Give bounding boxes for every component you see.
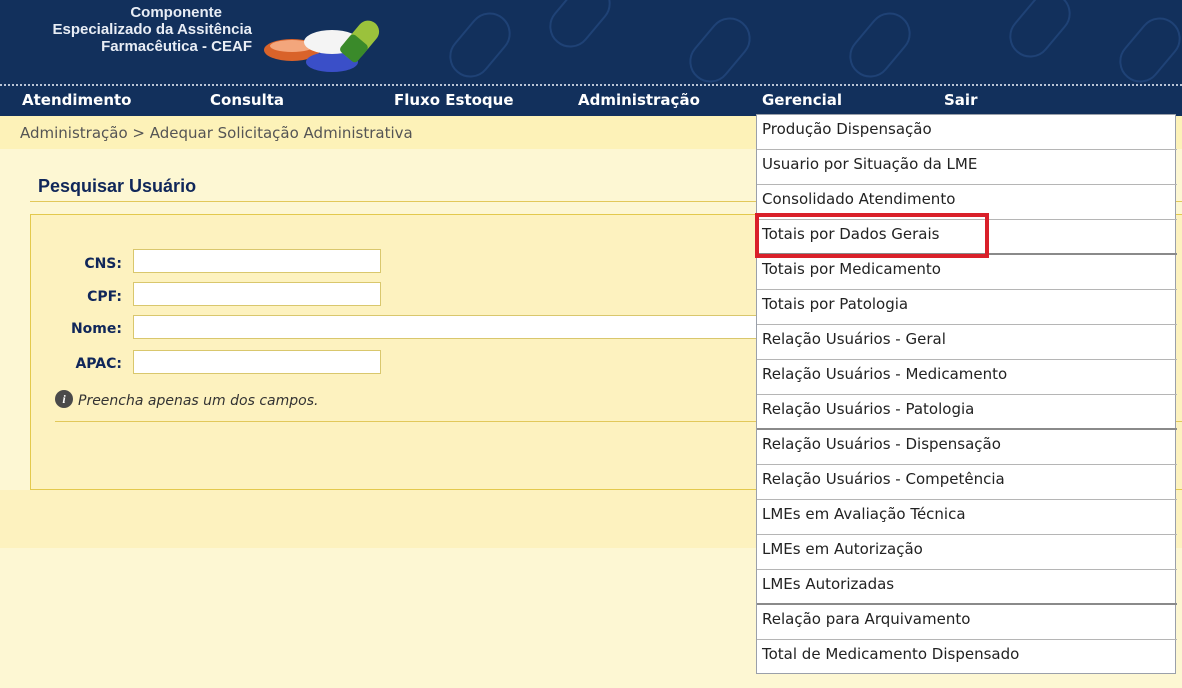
menu-item-lmes-autorizadas[interactable]: LMEs Autorizadas	[757, 570, 1177, 605]
cpf-input[interactable]	[133, 282, 381, 306]
menu-item-relacao-usuarios-medicamento[interactable]: Relação Usuários - Medicamento	[757, 360, 1177, 395]
brand-line-1: Componente	[130, 4, 222, 21]
nome-label: Nome:	[70, 321, 122, 337]
menu-item-totais-patologia[interactable]: Totais por Patologia	[757, 290, 1177, 325]
highlight-annotation-box	[755, 213, 989, 258]
info-icon: i	[55, 390, 73, 408]
hint-text: Preencha apenas um dos campos.	[78, 393, 319, 409]
menu-item-relacao-arquivamento[interactable]: Relação para Arquivamento	[757, 605, 1177, 640]
brand-line-2: Especializado da Assitência	[52, 21, 252, 38]
menu-item-producao-dispensacao[interactable]: Produção Dispensação	[757, 115, 1177, 150]
menu-item-relacao-usuarios-dispensacao[interactable]: Relação Usuários - Dispensação	[757, 430, 1177, 465]
medicine-pills-logo	[264, 20, 380, 72]
menu-administracao[interactable]: Administração	[578, 91, 700, 109]
menu-fluxo-estoque[interactable]: Fluxo Estoque	[394, 91, 514, 109]
cpf-label: CPF:	[87, 289, 122, 305]
menu-item-total-medicamento-dispensado[interactable]: Total de Medicamento Dispensado	[757, 640, 1177, 675]
apac-input[interactable]	[133, 350, 381, 374]
header-banner: Componente Especializado da Assitência F…	[0, 0, 1182, 86]
gerencial-dropdown-menu: Produção Dispensação Usuario por Situaçã…	[756, 114, 1177, 675]
brand-line-3: Farmacêutica - CEAF	[101, 38, 252, 55]
menu-item-relacao-usuarios-patologia[interactable]: Relação Usuários - Patologia	[757, 395, 1177, 430]
menu-consulta[interactable]: Consulta	[210, 91, 284, 109]
page-title: Pesquisar Usuário	[38, 176, 197, 196]
menu-item-totais-medicamento[interactable]: Totais por Medicamento	[757, 255, 1177, 290]
apac-label: APAC:	[75, 356, 122, 372]
brand-text: Componente Especializado da Assitência F…	[0, 4, 252, 55]
cns-input[interactable]	[133, 249, 381, 273]
menu-item-relacao-usuarios-competencia[interactable]: Relação Usuários - Competência	[757, 465, 1177, 500]
menu-item-lmes-avaliacao-tecnica[interactable]: LMEs em Avaliação Técnica	[757, 500, 1177, 535]
menu-item-lmes-autorizacao[interactable]: LMEs em Autorização	[757, 535, 1177, 570]
main-menu-bar: Atendimento Consulta Fluxo Estoque Admin…	[0, 86, 1182, 116]
menu-gerencial[interactable]: Gerencial	[762, 91, 842, 109]
menu-atendimento[interactable]: Atendimento	[22, 91, 131, 109]
menu-sair[interactable]: Sair	[944, 91, 977, 109]
menu-item-usuario-situacao-lme[interactable]: Usuario por Situação da LME	[757, 150, 1177, 185]
nome-input[interactable]	[133, 315, 763, 339]
menu-item-relacao-usuarios-geral[interactable]: Relação Usuários - Geral	[757, 325, 1177, 360]
cns-label: CNS:	[84, 256, 122, 272]
